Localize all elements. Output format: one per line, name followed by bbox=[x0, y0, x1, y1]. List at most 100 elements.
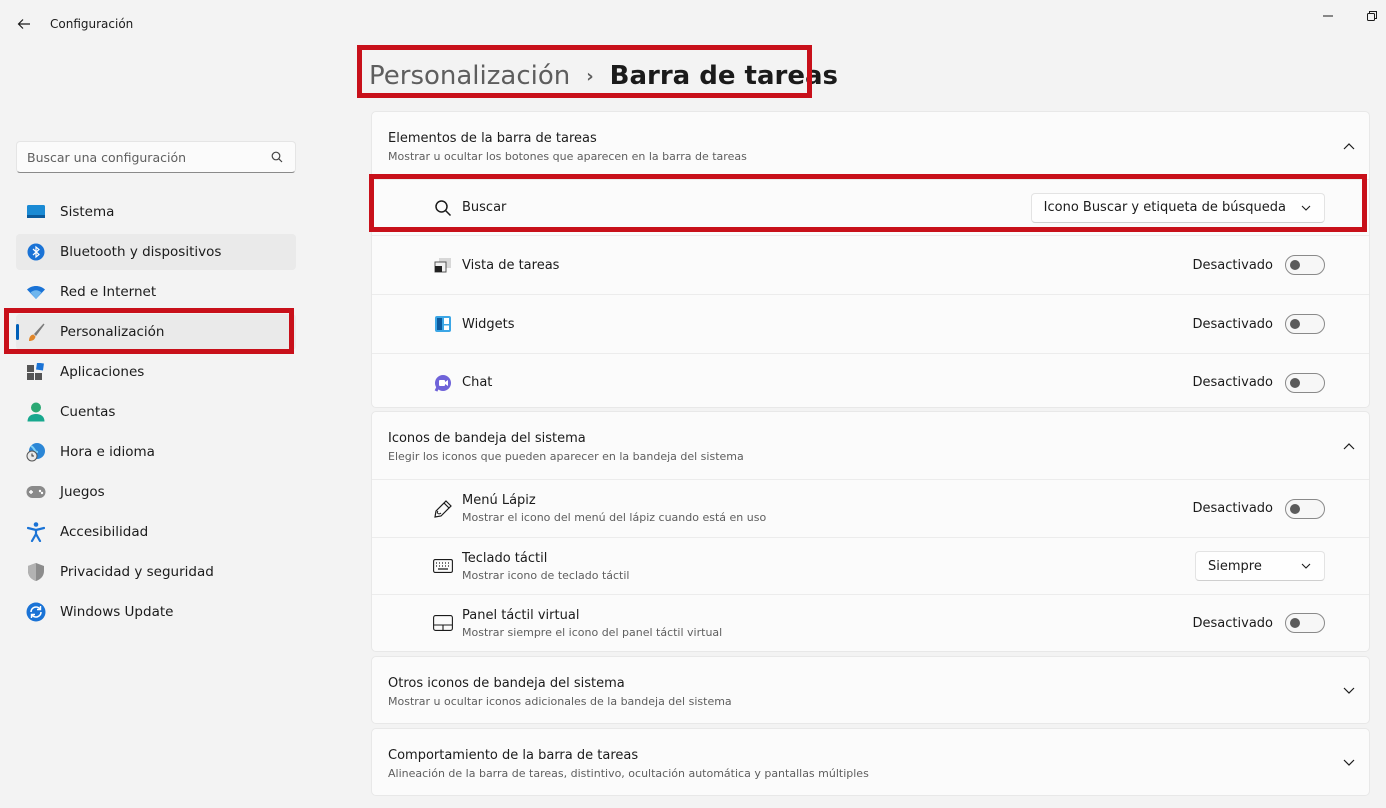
title-bar: Configuración bbox=[0, 0, 1386, 48]
sidebar-item-cuentas[interactable]: Cuentas bbox=[16, 394, 296, 430]
update-icon bbox=[26, 602, 46, 622]
sidebar-item-label: Cuentas bbox=[60, 404, 116, 420]
highlight-breadcrumb bbox=[357, 45, 812, 98]
sidebar-item-accesibilidad[interactable]: Accesibilidad bbox=[16, 514, 296, 550]
sidebar-item-label: Windows Update bbox=[60, 604, 174, 620]
sidebar-item-bluetooth[interactable]: Bluetooth y dispositivos bbox=[16, 234, 296, 270]
sidebar-item-label: Aplicaciones bbox=[60, 364, 145, 380]
chevron-up-icon[interactable] bbox=[1341, 138, 1357, 154]
task-view-row: Vista de tareas Desactivado bbox=[372, 235, 1369, 294]
sidebar-item-hora[interactable]: Hora e idioma bbox=[16, 434, 296, 470]
widgets-icon bbox=[432, 313, 454, 335]
row-text: Vista de tareas bbox=[462, 258, 559, 273]
row-text: Teclado táctil Mostrar icono de teclado … bbox=[462, 551, 630, 582]
section-title: Elementos de la barra de tareas bbox=[388, 131, 597, 146]
gamepad-icon bbox=[26, 482, 46, 502]
tray-icons-card: Iconos de bandeja del sistema Elegir los… bbox=[371, 411, 1370, 652]
sidebar-item-label: Bluetooth y dispositivos bbox=[60, 244, 222, 260]
sidebar-item-label: Privacidad y seguridad bbox=[60, 564, 214, 580]
arrow-left-icon bbox=[17, 19, 30, 29]
bluetooth-icon bbox=[26, 242, 46, 262]
back-button[interactable] bbox=[14, 14, 34, 34]
row-text: Menú Lápiz Mostrar el icono del menú del… bbox=[462, 493, 766, 524]
chevron-down-icon[interactable] bbox=[1341, 755, 1357, 771]
touch-keyboard-dropdown[interactable]: Siempre bbox=[1195, 551, 1325, 581]
sidebar-item-red[interactable]: Red e Internet bbox=[16, 274, 296, 310]
section-subtitle: Mostrar u ocultar iconos adicionales de … bbox=[388, 695, 732, 708]
task-view-icon bbox=[432, 254, 454, 276]
maximize-button[interactable] bbox=[1362, 8, 1382, 24]
other-tray-icons-header[interactable]: Otros iconos de bandeja del sistema Most… bbox=[372, 657, 1369, 724]
section-title: Otros iconos de bandeja del sistema bbox=[388, 676, 625, 691]
section-subtitle: Mostrar u ocultar los botones que aparec… bbox=[388, 150, 747, 163]
taskbar-behaviors-card[interactable]: Comportamiento de la barra de tareas Ali… bbox=[371, 728, 1370, 796]
chevron-up-icon[interactable] bbox=[1341, 438, 1357, 454]
virtual-touchpad-toggle[interactable] bbox=[1285, 613, 1325, 633]
section-title: Iconos de bandeja del sistema bbox=[388, 431, 586, 446]
row-description: Mostrar el icono del menú del lápiz cuan… bbox=[462, 511, 767, 524]
row-description: Mostrar icono de teclado táctil bbox=[462, 568, 630, 582]
sidebar-item-juegos[interactable]: Juegos bbox=[16, 474, 296, 510]
sidebar-item-label: Juegos bbox=[60, 484, 105, 500]
row-text: Widgets bbox=[462, 317, 515, 332]
restore-icon bbox=[1367, 11, 1377, 21]
sidebar-nav: Sistema Bluetooth y dispositivos Red e I… bbox=[16, 194, 296, 634]
row-text: Panel táctil virtual Mostrar siempre el … bbox=[462, 608, 722, 639]
touch-keyboard-row: Teclado táctil Mostrar icono de teclado … bbox=[372, 537, 1369, 594]
toggle-state: Desactivado bbox=[1192, 501, 1273, 516]
chat-icon bbox=[432, 372, 454, 394]
sidebar-item-label: Accesibilidad bbox=[60, 524, 149, 540]
sidebar-item-windows-update[interactable]: Windows Update bbox=[16, 594, 296, 630]
minimize-icon bbox=[1323, 15, 1333, 17]
pen-menu-toggle[interactable] bbox=[1285, 498, 1325, 519]
sidebar-item-privacidad[interactable]: Privacidad y seguridad bbox=[16, 554, 296, 590]
toggle-state: Desactivado bbox=[1192, 615, 1273, 631]
keyboard-icon bbox=[432, 555, 454, 577]
widgets-toggle[interactable] bbox=[1285, 314, 1325, 334]
dropdown-value: Siempre bbox=[1208, 558, 1262, 574]
highlight-search-row bbox=[369, 174, 1367, 232]
row-text: Chat bbox=[462, 375, 492, 390]
chevron-down-icon bbox=[1300, 560, 1312, 572]
taskbar-behaviors-header[interactable]: Comportamiento de la barra de tareas Ali… bbox=[372, 729, 1369, 796]
row-label: Vista de tareas bbox=[462, 257, 560, 273]
row-label: Panel táctil virtual bbox=[462, 607, 580, 623]
row-label: Menú Lápiz bbox=[462, 493, 536, 508]
search-icon[interactable] bbox=[269, 149, 285, 165]
chevron-down-icon[interactable] bbox=[1341, 683, 1357, 699]
taskbar-items-card: Elementos de la barra de tareas Mostrar … bbox=[371, 111, 1370, 408]
row-label: Chat bbox=[462, 375, 493, 390]
chat-row: Chat Desactivado bbox=[372, 353, 1369, 411]
toggle-state: Desactivado bbox=[1192, 257, 1273, 273]
minimize-button[interactable] bbox=[1318, 8, 1338, 24]
account-icon bbox=[26, 402, 46, 422]
settings-search[interactable] bbox=[16, 141, 296, 173]
row-label: Widgets bbox=[462, 316, 515, 332]
row-description: Mostrar siempre el icono del panel tácti… bbox=[462, 625, 723, 639]
section-title: Comportamiento de la barra de tareas bbox=[388, 748, 639, 763]
accessibility-icon bbox=[26, 522, 46, 542]
wifi-icon bbox=[26, 282, 46, 302]
search-input[interactable] bbox=[27, 149, 269, 165]
pen-menu-row: Menú Lápiz Mostrar el icono del menú del… bbox=[372, 479, 1369, 537]
globe-clock-icon bbox=[26, 442, 46, 462]
highlight-personalizacion bbox=[4, 308, 294, 354]
virtual-touchpad-row: Panel táctil virtual Mostrar siempre el … bbox=[372, 594, 1369, 651]
other-tray-icons-card[interactable]: Otros iconos de bandeja del sistema Most… bbox=[371, 656, 1370, 724]
section-subtitle: Alineación de la barra de tareas, distin… bbox=[388, 767, 869, 780]
toggle-state: Desactivado bbox=[1192, 375, 1273, 390]
sidebar-item-label: Sistema bbox=[60, 204, 115, 220]
system-icon bbox=[26, 202, 46, 222]
taskbar-items-header[interactable]: Elementos de la barra de tareas Mostrar … bbox=[372, 112, 1369, 179]
pen-icon bbox=[432, 498, 454, 520]
section-subtitle: Elegir los iconos que pueden aparecer en… bbox=[388, 450, 744, 463]
touchpad-icon bbox=[432, 612, 454, 634]
sidebar-item-aplicaciones[interactable]: Aplicaciones bbox=[16, 354, 296, 390]
sidebar-item-label: Red e Internet bbox=[60, 284, 157, 300]
task-view-toggle[interactable] bbox=[1285, 255, 1325, 275]
row-label: Teclado táctil bbox=[462, 550, 548, 566]
chat-toggle[interactable] bbox=[1285, 372, 1325, 393]
sidebar-item-sistema[interactable]: Sistema bbox=[16, 194, 296, 230]
toggle-state: Desactivado bbox=[1192, 316, 1273, 332]
tray-icons-header[interactable]: Iconos de bandeja del sistema Elegir los… bbox=[372, 412, 1369, 479]
